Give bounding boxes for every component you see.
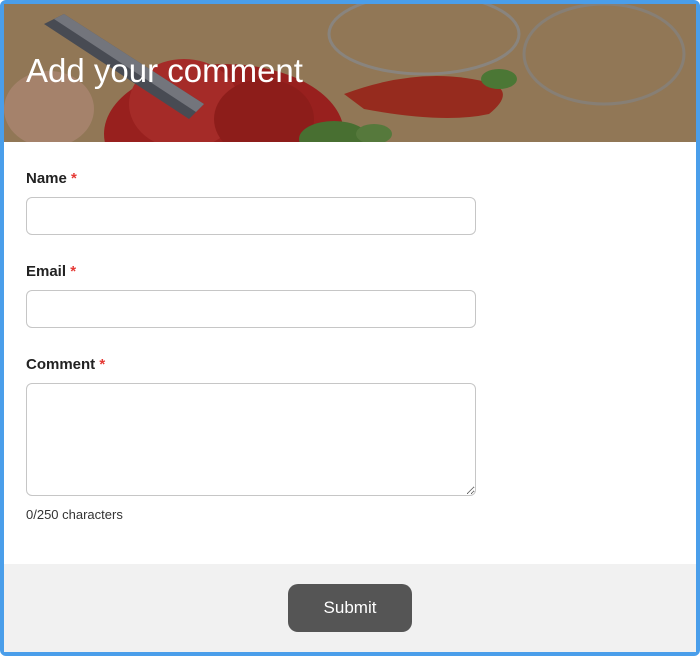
submit-button[interactable]: Submit (288, 584, 413, 632)
name-field-group: Name * (26, 170, 674, 235)
comment-label-text: Comment (26, 356, 95, 373)
required-mark: * (99, 356, 105, 373)
form-body: Name * Email * Comment * 0/250 character… (4, 142, 696, 564)
comment-textarea[interactable] (26, 383, 476, 496)
form-header: Add your comment (4, 4, 696, 142)
email-label-text: Email (26, 263, 66, 280)
comment-label: Comment * (26, 356, 674, 373)
email-field-group: Email * (26, 263, 674, 328)
email-label: Email * (26, 263, 674, 280)
comment-field-group: Comment * 0/250 characters (26, 356, 674, 522)
email-input[interactable] (26, 290, 476, 328)
name-input[interactable] (26, 197, 476, 235)
required-mark: * (70, 263, 76, 280)
name-label: Name * (26, 170, 674, 187)
character-counter: 0/250 characters (26, 507, 674, 522)
form-footer: Submit (4, 564, 696, 652)
form-title: Add your comment (26, 52, 303, 90)
name-label-text: Name (26, 170, 67, 187)
required-mark: * (71, 170, 77, 187)
form-container: Add your comment Name * Email * Comment … (0, 0, 700, 656)
